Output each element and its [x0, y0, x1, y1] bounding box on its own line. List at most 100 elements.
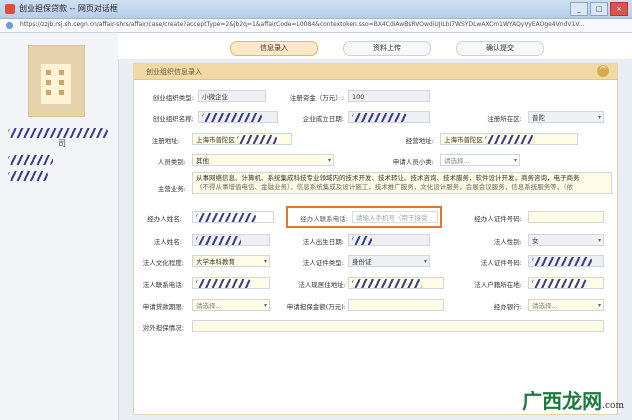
chevron-down-icon: ▾: [597, 114, 601, 121]
biz-addr-label: 经营地址:: [405, 137, 434, 145]
maximize-button[interactable]: □: [590, 2, 608, 16]
legal-phone-redacted: [196, 279, 251, 288]
found-date-input[interactable]: [348, 111, 430, 123]
reg-capital-value: 100: [352, 93, 365, 101]
bank-select[interactable]: 请选择... ▾: [528, 299, 604, 311]
legal-birth-input[interactable]: [348, 234, 430, 246]
applicant-type-select[interactable]: 请选择... ▾: [440, 154, 520, 166]
legal-birth-label: 法人出生日期:: [302, 238, 344, 246]
legal-id-input[interactable]: [528, 255, 604, 267]
minimize-button[interactable]: _: [570, 2, 588, 16]
loan-term-select[interactable]: 请选择... ▾: [192, 299, 270, 311]
guarantee-label: 对外担保情况:: [142, 324, 184, 332]
legal-hukou-label: 法人户籍所在地:: [474, 281, 522, 289]
step-tabs: 信息录入 资料上传 确认提交: [118, 33, 632, 59]
app-icon: [5, 4, 15, 14]
page-icon: [6, 22, 13, 29]
url-text[interactable]: https://zzjb.rsj.sh.cegn.cn/affair-shrs/…: [20, 21, 625, 28]
user-info-redacted: [8, 155, 53, 165]
close-button[interactable]: ×: [610, 2, 628, 16]
reg-addr-redacted: [237, 135, 278, 144]
legal-name-input[interactable]: [192, 234, 270, 246]
address-bar[interactable]: https://zzjb.rsj.sh.cegn.cn/affair-shrs/…: [0, 19, 632, 33]
loan-term-label: 申请贷款期限:: [142, 303, 184, 311]
reg-addr-label: 注册地址:: [151, 137, 180, 145]
chevron-down-icon: ▾: [423, 258, 427, 265]
legal-gender-label: 法人性别:: [493, 238, 522, 246]
watermark-logo: 广西龙网.com: [522, 385, 624, 414]
legal-id-redacted: [532, 257, 592, 266]
main-biz-line1: 从事网络信息、计算机、系统集成科技专业领域内的技术开发、技术转让、技术咨询、技术…: [196, 174, 580, 182]
reg-capital-label: 注册资金（万元）:: [289, 94, 344, 102]
staff-type-value: 其他: [196, 157, 209, 165]
applicant-type-label: 申请人员小类:: [392, 158, 434, 166]
collapse-icon[interactable]: ^: [597, 65, 609, 77]
applicant-type-value: 请选择...: [444, 157, 470, 165]
bank-label: 经办银行:: [493, 303, 522, 311]
legal-addr-redacted: [352, 279, 422, 288]
handler-id-label: 经办人证件号码:: [474, 215, 522, 223]
handler-name-input[interactable]: [192, 211, 274, 223]
legal-hukou-redacted: [532, 279, 587, 288]
loan-amount-input[interactable]: [348, 299, 444, 311]
loan-term-value: 请选择...: [196, 302, 222, 310]
highlight-box: [286, 206, 442, 228]
legal-addr-input[interactable]: [348, 277, 444, 289]
panel-header: 创业组织信息录入 ^: [134, 64, 617, 80]
legal-edu-select[interactable]: 大学本科教育 ▾: [192, 255, 270, 267]
sidebar: 司: [0, 33, 119, 420]
legal-gender-select[interactable]: 女 ▾: [528, 234, 604, 246]
panel-title: 创业组织信息录入: [146, 68, 202, 76]
legal-edu-label: 法人文化程度:: [142, 259, 184, 267]
main-biz-label: 主营业务:: [157, 185, 186, 193]
guarantee-input[interactable]: [192, 320, 604, 332]
reg-addr-input[interactable]: 上海市普陀区: [192, 133, 292, 145]
phone-info-redacted: [8, 171, 48, 181]
found-date-label: 企业成立日期:: [302, 115, 344, 123]
org-name-label: 创业组织名称:: [152, 115, 194, 123]
legal-gender-value: 女: [532, 237, 539, 245]
reg-addr-value: 上海市普陀区: [196, 136, 235, 144]
legal-hukou-input[interactable]: [528, 277, 604, 289]
tab-confirm[interactable]: 确认提交: [456, 41, 544, 56]
tab-upload[interactable]: 资料上传: [343, 41, 431, 56]
window-titlebar: 创业担保贷款 -- 网页对话框 _ □ ×: [0, 0, 632, 19]
staff-type-label: 人员类别:: [157, 158, 186, 166]
legal-id-label: 法人证件号码:: [480, 259, 522, 267]
chevron-down-icon: ▾: [513, 157, 517, 164]
handler-id-input[interactable]: [528, 211, 604, 223]
main-biz-textarea[interactable]: 从事网络信息、计算机、系统集成科技专业领域内的技术开发、技术转让、技术咨询、技术…: [192, 172, 612, 194]
org-name-input[interactable]: [198, 111, 278, 123]
chevron-down-icon: ▾: [597, 302, 601, 309]
biz-addr-input[interactable]: 上海市普陀区: [440, 133, 578, 145]
chevron-down-icon: ▾: [263, 258, 267, 265]
legal-id-type-label: 法人证件类型:: [302, 259, 344, 267]
chevron-down-icon: ▾: [327, 157, 331, 164]
staff-type-select[interactable]: 其他 ▾: [192, 154, 334, 166]
company-name-redacted: [8, 128, 108, 138]
org-type-value: 小微企业: [202, 93, 228, 101]
legal-name-redacted: [196, 236, 241, 245]
reg-district-value: 普陀: [532, 114, 545, 122]
reg-district-select[interactable]: 普陀 ▾: [528, 111, 604, 123]
tab-info-entry[interactable]: 信息录入: [230, 41, 318, 56]
chevron-down-icon: ▾: [263, 302, 267, 309]
legal-id-type-select[interactable]: 身份证 ▾: [348, 255, 430, 267]
handler-name-label: 经办人姓名:: [147, 215, 182, 223]
legal-phone-input[interactable]: [192, 277, 270, 289]
legal-phone-label: 法人联系电话:: [142, 281, 184, 289]
reg-district-label: 注册所在区:: [487, 115, 522, 123]
biz-addr-redacted: [485, 135, 536, 144]
legal-addr-label: 法人现居住地址:: [298, 281, 346, 289]
legal-name-label: 法人姓名:: [153, 238, 182, 246]
legal-edu-value: 大学本科教育: [196, 258, 235, 266]
window-title: 创业担保贷款 -- 网页对话框: [19, 4, 118, 13]
handler-name-redacted: [196, 213, 256, 222]
biz-addr-value: 上海市普陀区: [444, 136, 483, 144]
reg-capital-input[interactable]: 100: [348, 90, 430, 102]
org-type-select[interactable]: 小微企业: [198, 90, 266, 102]
found-date-redacted: [352, 113, 407, 122]
watermark-brand: 广西龙网: [522, 389, 603, 413]
main-biz-line2: （不得从事增值电信、金融业务），信息系统集成及设计施工，技术推广服务，文化设计服…: [196, 183, 573, 191]
legal-birth-redacted: [352, 236, 372, 245]
